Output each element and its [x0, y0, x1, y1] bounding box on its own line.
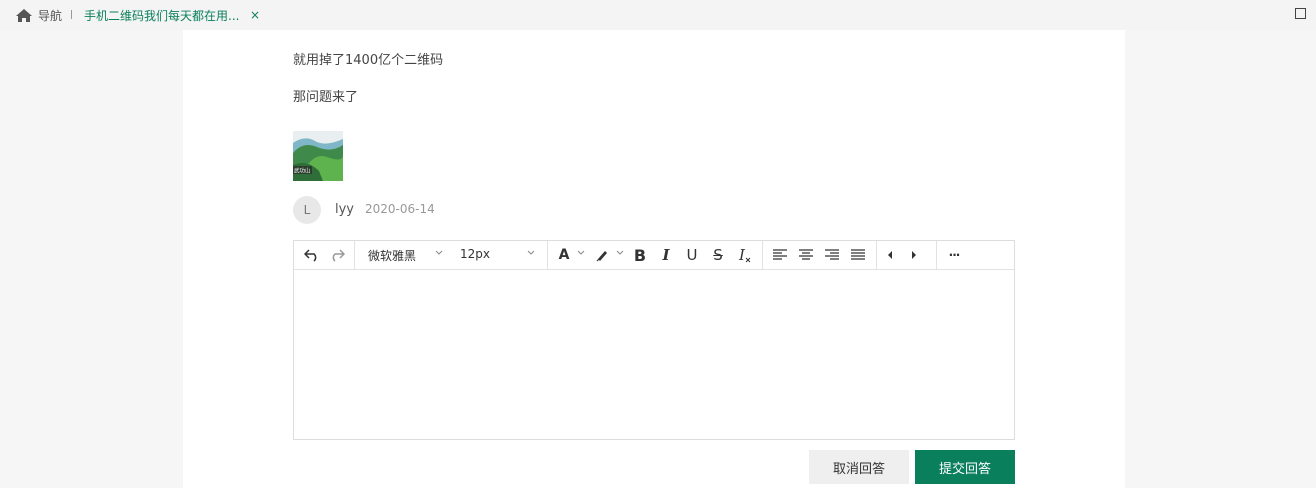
editor-toolbar: 微软雅黑 12px A B I U S I ··· [294, 241, 1014, 270]
top-bar: 导航 手机二维码我们每天都在用... × [0, 0, 1316, 30]
toolbar-divider [876, 241, 877, 269]
content-paragraph: 那问题来了 [293, 90, 359, 105]
avatar[interactable]: L [293, 196, 321, 224]
nav-home-link[interactable]: 导航 [16, 7, 62, 24]
maximize-icon[interactable] [1295, 8, 1306, 19]
nav-divider [71, 10, 72, 19]
align-right-icon[interactable] [824, 245, 840, 265]
align-center-icon[interactable] [798, 245, 814, 265]
underline-icon[interactable]: U [684, 245, 700, 265]
username[interactable]: lyy [335, 202, 354, 217]
cancel-answer-button[interactable]: 取消回答 [809, 450, 909, 484]
clear-format-icon[interactable]: I [737, 245, 753, 265]
avatar-letter: L [303, 203, 311, 217]
image-caption: 武功山 [294, 167, 311, 175]
home-icon [16, 9, 32, 22]
text-color-icon[interactable]: A [556, 245, 572, 265]
more-icon[interactable]: ··· [946, 245, 962, 265]
nav-home-label: 导航 [38, 9, 63, 23]
chevron-down-icon[interactable] [616, 250, 624, 256]
content-paragraph: 就用掉了1400亿个二维码 [293, 53, 444, 68]
font-family-value: 微软雅黑 [368, 249, 417, 263]
redo-icon[interactable] [327, 245, 347, 265]
toolbar-divider [762, 241, 763, 269]
undo-icon[interactable] [302, 245, 322, 265]
chevron-down-icon[interactable] [577, 250, 585, 256]
font-size-value: 12px [460, 247, 490, 261]
align-left-icon[interactable] [772, 245, 788, 265]
rich-text-editor: 微软雅黑 12px A B I U S I ··· [293, 240, 1015, 440]
toolbar-divider [547, 241, 548, 269]
toolbar-divider [936, 241, 937, 269]
submit-answer-button[interactable]: 提交回答 [915, 450, 1015, 484]
tab-label: 手机二维码我们每天都在用... [84, 9, 240, 23]
tab-close-icon[interactable]: × [250, 7, 260, 23]
content-image[interactable]: 武功山 [293, 131, 343, 181]
highlight-icon[interactable] [594, 245, 610, 265]
post-date: 2020-06-14 [365, 202, 435, 216]
toolbar-divider [354, 241, 355, 269]
align-justify-icon[interactable] [850, 245, 866, 265]
italic-icon[interactable]: I [658, 245, 674, 265]
font-size-select[interactable]: 12px [460, 247, 490, 261]
tab-active[interactable]: 手机二维码我们每天都在用... [84, 7, 239, 24]
strikethrough-icon[interactable]: S [710, 245, 726, 265]
indent-icon[interactable] [908, 245, 920, 265]
font-family-select[interactable]: 微软雅黑 [368, 247, 416, 264]
chevron-down-icon[interactable] [527, 250, 535, 256]
bold-icon[interactable]: B [632, 245, 648, 265]
editor-content-area[interactable] [294, 270, 1014, 439]
outdent-icon[interactable] [884, 245, 896, 265]
chevron-down-icon[interactable] [435, 250, 443, 256]
answer-card: 就用掉了1400亿个二维码 那问题来了 武功山 L lyy 2020-06-14 [183, 30, 1125, 488]
